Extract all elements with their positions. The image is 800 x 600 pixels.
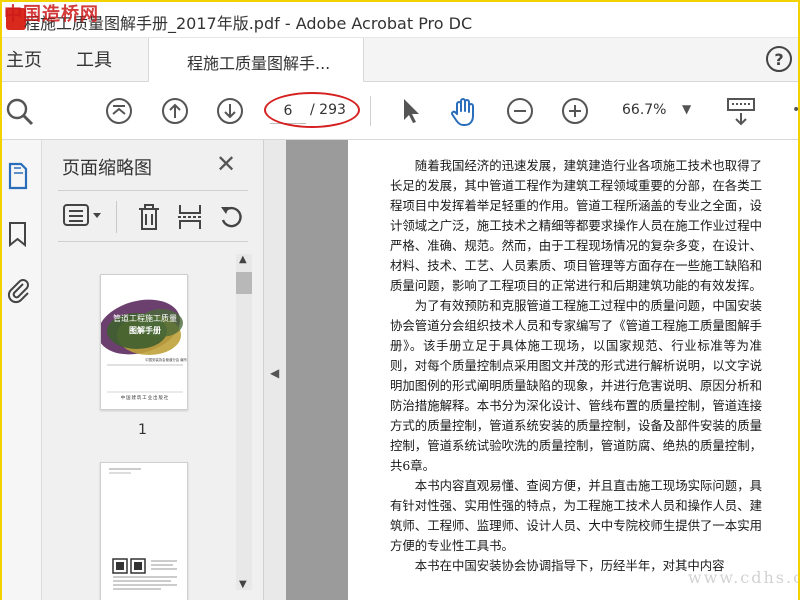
- cover-author: 中国安装协会管道分会 编写: [145, 358, 187, 362]
- rotate-icon[interactable]: [218, 203, 246, 231]
- search-icon[interactable]: [4, 96, 36, 128]
- zoom-level[interactable]: 66.7%: [622, 102, 666, 118]
- tab-tools[interactable]: 工具: [76, 46, 112, 72]
- first-page-icon[interactable]: [104, 96, 134, 126]
- thumbnail-panel: 页面缩略图 ✕ 管道工程施工质量 图解手册 中国安装协会管道分会 编写 中国建筑…: [42, 140, 264, 600]
- previous-page-icon[interactable]: [160, 96, 190, 126]
- zoom-in-icon[interactable]: [560, 96, 590, 126]
- trash-icon[interactable]: [136, 203, 162, 231]
- page-watermark: www.cdhs.com: [688, 568, 798, 587]
- select-cursor-icon[interactable]: [398, 96, 424, 126]
- tab-row: 主页 工具 程施工质量图解手... ?: [2, 38, 798, 82]
- cover-publisher: 中国建筑工业出版社: [120, 396, 170, 401]
- panel-collapse-strip[interactable]: ◀: [264, 140, 286, 600]
- tab-home[interactable]: 主页: [6, 46, 42, 72]
- close-icon[interactable]: ✕: [216, 150, 236, 178]
- left-navigation-rail: [2, 140, 42, 600]
- copyright-page-image: [101, 463, 187, 600]
- page-thumbnail-2[interactable]: [100, 462, 188, 600]
- more-tools-icon[interactable]: •: [792, 102, 800, 118]
- toolbar-divider: [370, 96, 371, 126]
- cover-title-line2: 图解手册: [129, 326, 161, 335]
- cover-title-line1: 管道工程施工质量: [113, 314, 177, 323]
- thumbnail-scrollbar[interactable]: ▲ ▼: [236, 254, 252, 590]
- scroll-down-icon[interactable]: ▼: [239, 579, 247, 590]
- current-page-input[interactable]: [270, 98, 306, 124]
- extract-pages-icon[interactable]: [176, 203, 204, 231]
- site-watermark: 中国造桥网: [4, 4, 99, 25]
- paragraph: 为了有效预防和克服管道工程施工过程中的质量问题，中国安装协会管道分会组织技术人员…: [390, 298, 762, 473]
- document-viewer[interactable]: 随着我国经济的迅速发展，建筑建造行业各项施工技术也取得了长足的发展，其中管道工程…: [286, 140, 798, 600]
- collapse-arrow-icon[interactable]: ◀: [270, 366, 279, 380]
- next-page-icon[interactable]: [215, 96, 245, 126]
- options-menu-icon[interactable]: [62, 203, 106, 227]
- thumbnail-toolbar: [58, 190, 248, 242]
- panel-title: 页面缩略图: [62, 158, 152, 179]
- paragraph: 本书内容直观易懂、查阅方便，并且直击施工现场实际问题，具有针对性强、实用性强的特…: [390, 478, 762, 553]
- book-cover-image: [101, 275, 187, 409]
- hand-tool-icon[interactable]: [448, 96, 480, 128]
- attachment-icon[interactable]: [6, 276, 30, 304]
- scrollbar-thumb[interactable]: [236, 272, 252, 294]
- page-thumbnails-icon[interactable]: [6, 162, 30, 190]
- tab-document[interactable]: 程施工质量图解手...: [148, 38, 364, 82]
- zoom-out-icon[interactable]: [505, 96, 535, 126]
- thumbnail-page-number: 1: [138, 422, 147, 438]
- document-page: 随着我国经济的迅速发展，建筑建造行业各项施工技术也取得了长足的发展，其中管道工程…: [348, 140, 798, 600]
- main-toolbar: / 293 66.7% ▼ •: [2, 82, 800, 140]
- page-thumbnail-1[interactable]: 管道工程施工质量 图解手册 中国安装协会管道分会 编写 中国建筑工业出版社: [100, 274, 188, 410]
- title-bar: 程施工质量图解手册_2017年版.pdf - Adobe Acrobat Pro…: [2, 2, 798, 38]
- zoom-dropdown-icon[interactable]: ▼: [682, 102, 691, 116]
- total-pages-label: / 293: [310, 102, 346, 118]
- toolbar-divider: [116, 201, 117, 233]
- bookmark-icon[interactable]: [6, 220, 30, 248]
- paragraph: 随着我国经济的迅速发展，建筑建造行业各项施工技术也取得了长足的发展，其中管道工程…: [390, 158, 762, 293]
- help-icon[interactable]: ?: [766, 46, 792, 72]
- scroll-up-icon[interactable]: ▲: [239, 254, 247, 265]
- document-body: 随着我国经济的迅速发展，建筑建造行业各项施工技术也取得了长足的发展，其中管道工程…: [390, 156, 762, 576]
- keyboard-icon[interactable]: [726, 96, 756, 128]
